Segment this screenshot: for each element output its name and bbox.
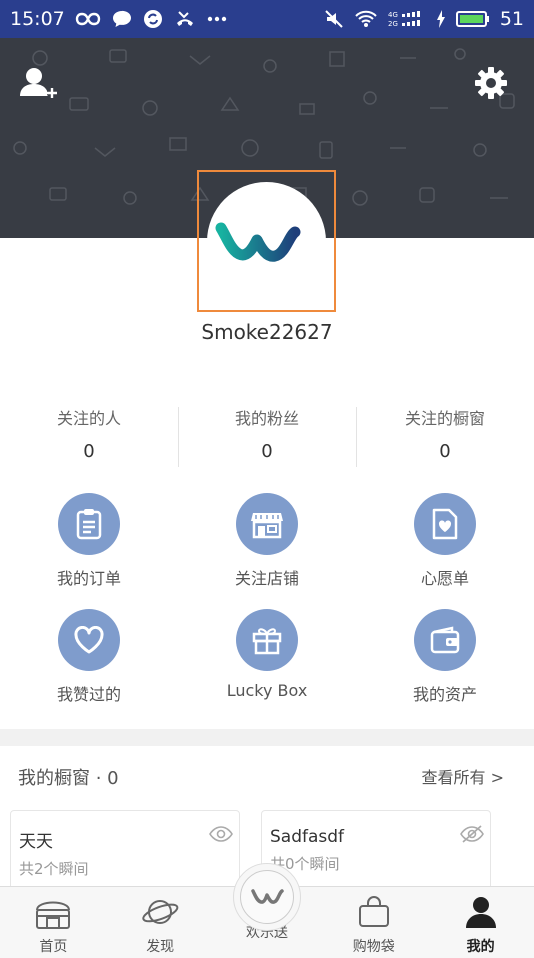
wifi-icon [355,10,377,27]
stat-label: 我的粉丝 [234,409,299,428]
heart-icon [74,626,104,654]
menu-item-lucky-box[interactable]: Lucky Box [178,609,356,701]
eye-off-icon[interactable] [460,825,484,843]
planet-icon [142,900,179,924]
battery-level: 51 [499,8,524,30]
nav-center-inner [239,870,294,924]
menu-icon-bg [414,609,476,671]
avatar[interactable] [207,182,326,301]
add-person-icon [20,68,57,98]
missed-call-icon [176,11,193,26]
view-all-link[interactable]: 查看所有 > [422,764,505,788]
gift-icon [252,628,282,655]
stats-row: 关注的人 0 我的粉丝 0 关注的橱窗 0 [0,405,534,467]
menu-label: 我的资产 [412,685,477,704]
showcase-title: 我的橱窗 · 0 [18,764,119,790]
settings-button[interactable] [474,66,508,100]
signal-icon: 4G2G [388,11,420,28]
mute-icon [325,10,343,28]
section-divider [0,729,534,746]
shopping-bag-icon [358,896,389,927]
menu-icon-bg [236,493,298,555]
menu-label: 关注店铺 [234,569,299,588]
nav-item-discover[interactable]: 发现 [107,887,214,958]
stat-value: 0 [439,441,451,462]
menu-item-followed-stores[interactable]: 关注店铺 [178,493,356,588]
logo-w-icon [215,222,301,262]
add-friend-button[interactable] [20,66,60,102]
card-subtitle: 共2个瞬间 [19,860,89,878]
stat-value: 0 [83,441,95,462]
card-subtitle: 共0个瞬间 [270,855,340,873]
nav-item-shopping-bag[interactable]: 购物袋 [320,887,427,958]
menu-icon-bg [58,493,120,555]
logo-w-icon [251,889,284,904]
status-bar: 15:07 4G 2G 51 [0,0,534,38]
heart-document-icon [432,508,458,540]
stat-value: 0 [261,441,273,462]
person-icon [465,897,496,928]
clipboard-icon [76,509,102,540]
nav-center-button [232,863,301,931]
card-title: 天天 [19,832,53,852]
menu-icon-bg [58,609,120,671]
status-time: 15:07 [10,8,65,30]
menu-item-liked[interactable]: 我赞过的 [0,609,178,704]
wallet-icon [430,626,460,654]
menu-grid: 我的订单 关注店铺 心愿单 我赞过的 Lucky Box 我的资产 [0,493,534,704]
nav-icon [352,892,396,932]
menu-label: Lucky Box [226,681,308,700]
eye-icon[interactable] [209,825,233,843]
stat-following[interactable]: 关注的人 0 [0,405,178,467]
bottom-nav: 首页 发现 欢乐送 购物袋 我的 [0,863,534,958]
menu-icon-bg [414,493,476,555]
card-title: Sadfasdf [270,827,345,847]
menu-label: 我的订单 [56,569,121,588]
store-icon [251,513,283,539]
showcase-count: · 0 [95,768,119,789]
svg-text:2G: 2G [388,20,398,28]
username: Smoke22627 [201,320,333,344]
more-icon [207,16,226,22]
charging-icon [436,10,445,28]
nav-item-mine[interactable]: 我的 [427,887,534,958]
chat-icon [112,10,131,27]
battery-icon [455,11,489,27]
stat-label: 关注的人 [56,409,121,428]
nav-label: 购物袋 [352,939,395,955]
menu-label: 我赞过的 [56,685,121,704]
nav-label: 发现 [146,939,175,955]
nav-icon [138,892,182,932]
nav-icon [31,892,75,932]
nav-item-home[interactable]: 首页 [0,887,107,958]
gear-icon [475,67,507,99]
menu-label: 心愿单 [420,569,469,588]
stat-followed-showcases[interactable]: 关注的橱窗 0 [356,405,534,467]
menu-item-assets[interactable]: 我的资产 [356,609,534,704]
nav-label: 我的 [466,939,495,955]
sync-icon [143,10,162,28]
nav-label: 首页 [39,939,68,955]
nav-icon [459,892,503,932]
stat-label: 关注的橱窗 [404,409,485,428]
nav-item-joy-delivery[interactable]: 欢乐送 [214,863,321,958]
home-icon [36,901,71,929]
menu-icon-bg [236,609,298,671]
stat-fans[interactable]: 我的粉丝 0 [178,405,356,467]
svg-text:4G: 4G [388,11,398,19]
menu-item-orders[interactable]: 我的订单 [0,493,178,588]
infinity-icon [75,12,100,26]
menu-item-wishlist[interactable]: 心愿单 [356,493,534,588]
showcase-title-text: 我的橱窗 [18,768,90,789]
avatar-highlight [197,170,336,312]
